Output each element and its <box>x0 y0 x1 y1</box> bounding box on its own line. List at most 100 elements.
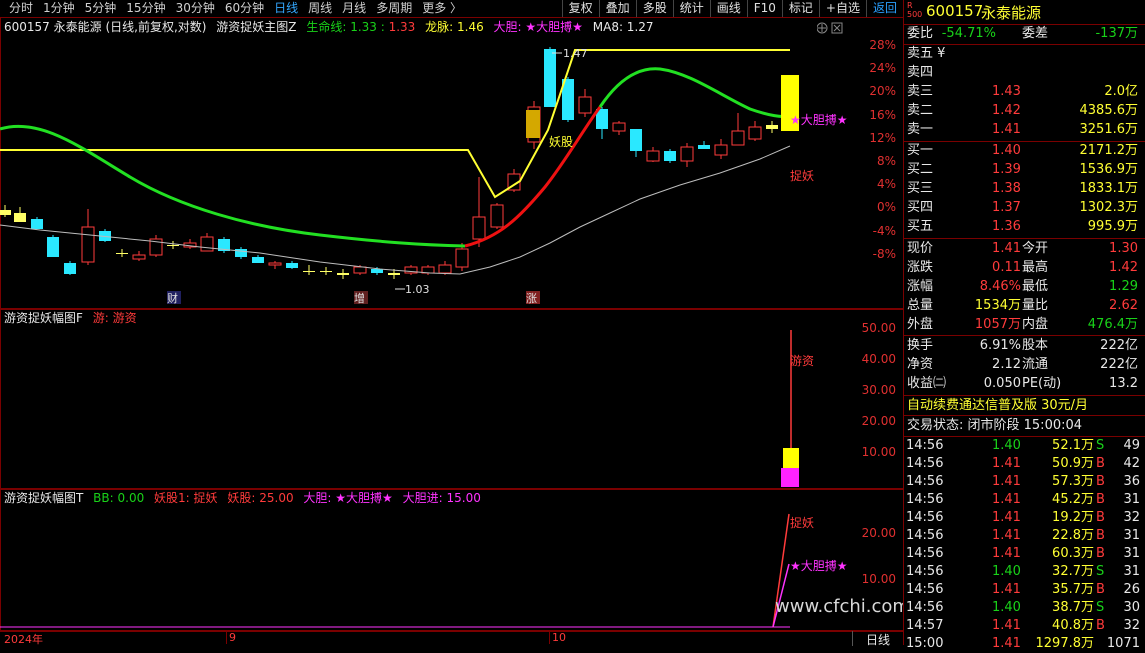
event-marker-cai[interactable]: 财 <box>167 291 178 305</box>
stat-value: 1.30 <box>1109 241 1138 256</box>
period-tab-3[interactable]: 15分钟 <box>121 0 170 17</box>
stat-label: 涨跌 <box>907 260 934 275</box>
tool-button-2[interactable]: 多股 <box>635 0 673 17</box>
tick-side: B <box>1096 528 1105 543</box>
period-indicator[interactable]: 日线 <box>852 631 903 647</box>
tick-volume: 52.1万 <box>1052 438 1094 453</box>
period-tab-9[interactable]: 多周期 <box>371 0 417 17</box>
candle <box>286 261 298 269</box>
tick-side: B <box>1096 618 1105 633</box>
stat-label: 今开 <box>1022 241 1049 256</box>
tick-count: 36 <box>1123 474 1140 489</box>
buy-label: 买五 <box>907 219 934 234</box>
weibi-label: 委比 <box>907 26 934 41</box>
event-marker-zeng[interactable]: 增 <box>354 291 365 305</box>
candle <box>698 141 710 149</box>
zhuoyao-label: 捉妖 <box>790 168 814 183</box>
tick-time: 14:56 <box>906 438 944 453</box>
stat-label: 股本 <box>1022 338 1049 353</box>
tick-time: 14:56 <box>906 456 944 471</box>
tick-time: 14:56 <box>906 510 944 525</box>
stat-row: 换手 6.91% 股本 222亿 <box>904 337 1145 355</box>
tick-price: 1.41 <box>992 474 1021 489</box>
period-tab-0[interactable]: 分时 <box>4 0 38 17</box>
period-tab-5[interactable]: 60分钟 <box>220 0 269 17</box>
buy-volume: 1536.9万 <box>1079 162 1139 177</box>
candle <box>472 177 486 247</box>
stat-row: 外盘 1057万 内盘 476.4万 <box>904 316 1145 334</box>
candle <box>630 129 642 157</box>
candle <box>268 261 282 269</box>
stat-label: 换手 <box>907 338 934 353</box>
tick-row: 14:56 1.41 60.3万 B 31 <box>904 545 1145 563</box>
tick-row: 14:56 1.40 32.7万 S 31 <box>904 563 1145 581</box>
quote-header: R 500 600157 永泰能源 <box>904 0 1145 25</box>
tick-price: 1.40 <box>992 564 1021 579</box>
tool-button-1[interactable]: 叠加 <box>598 0 636 17</box>
stat-value: 2.62 <box>1109 298 1138 313</box>
stat-value: 0.11 <box>992 260 1021 275</box>
candle <box>235 247 247 259</box>
r-badge: R 500 <box>907 1 923 19</box>
stat-value: 1.42 <box>1109 260 1138 275</box>
tick-count: 31 <box>1123 564 1140 579</box>
tick-row: 14:56 1.40 38.7万 S 30 <box>904 599 1145 617</box>
event-marker-zhang[interactable]: 涨 <box>526 292 537 305</box>
tool-button-5[interactable]: F10 <box>746 0 782 17</box>
period-tab-7[interactable]: 周线 <box>303 0 337 17</box>
tick-count: 26 <box>1123 582 1140 597</box>
tool-button-3[interactable]: 统计 <box>672 0 710 17</box>
stock-name: 永泰能源 <box>981 4 1042 22</box>
life-line-green2 <box>598 67 796 119</box>
status-row: 交易状态: 闭市阶段 15:00:04 <box>904 417 1145 435</box>
tick-count: 31 <box>1123 528 1140 543</box>
period-tab-6[interactable]: 日线 <box>269 0 303 17</box>
period-tab-2[interactable]: 5分钟 <box>80 0 122 17</box>
tick-count: 31 <box>1123 492 1140 507</box>
buy-price: 1.36 <box>992 219 1021 234</box>
tick-side: B <box>1096 510 1105 525</box>
dadan-label: ★大胆搏★ <box>790 113 848 127</box>
stat-label: 最低 <box>1022 279 1049 294</box>
period-tab-4[interactable]: 30分钟 <box>171 0 220 17</box>
tick-volume: 45.2万 <box>1052 492 1094 507</box>
tick-row: 14:56 1.41 45.2万 B 31 <box>904 491 1145 509</box>
tick-count: 1071 <box>1106 636 1140 651</box>
panel2-svg: 游资 <box>781 330 814 487</box>
tool-button-0[interactable]: 复权 <box>561 0 599 17</box>
candle <box>544 47 556 107</box>
stat-label: 总量 <box>907 298 934 313</box>
candle <box>337 269 349 279</box>
period-tab-1[interactable]: 1分钟 <box>38 0 80 17</box>
tick-row: 14:56 1.41 50.9万 B 42 <box>904 455 1145 473</box>
buy-price: 1.38 <box>992 181 1021 196</box>
tool-button-6[interactable]: 标记 <box>781 0 819 17</box>
candle <box>714 139 728 159</box>
tick-time: 14:56 <box>906 474 944 489</box>
candle <box>766 121 778 133</box>
tick-side: S <box>1096 564 1105 579</box>
sell-volume: 4385.6万 <box>1079 103 1139 118</box>
tick-volume: 32.7万 <box>1052 564 1094 579</box>
period-tab-10[interactable]: 更多 〉 <box>417 0 467 17</box>
sell-row: 卖二 1.42 4385.6万 <box>904 102 1145 120</box>
tick-price: 1.40 <box>992 600 1021 615</box>
buy-price: 1.37 <box>992 200 1021 215</box>
stat-value: 1057万 <box>974 317 1021 332</box>
candle <box>612 121 626 135</box>
buy-label: 买二 <box>907 162 934 177</box>
candle <box>218 237 230 253</box>
candle <box>14 207 26 222</box>
stat-value: 476.4万 <box>1087 317 1138 332</box>
tool-button-4[interactable]: 画线 <box>709 0 747 17</box>
candle <box>578 89 592 117</box>
buy-row: 买一 1.40 2171.2万 <box>904 142 1145 160</box>
tool-button-7[interactable]: +自选 <box>818 0 866 17</box>
back-button[interactable]: 返回 <box>865 0 903 17</box>
zhuoyao-label-p3: 捉妖 <box>790 515 814 530</box>
sell-label: 卖三 <box>907 84 934 99</box>
ad-link: 自动续费通达信普及版 30元/月 <box>907 398 1089 413</box>
sell-row: 卖三 1.43 2.0亿 <box>904 83 1145 101</box>
stat-row: 净资 2.12 流通 222亿 <box>904 356 1145 374</box>
period-tab-8[interactable]: 月线 <box>337 0 371 17</box>
